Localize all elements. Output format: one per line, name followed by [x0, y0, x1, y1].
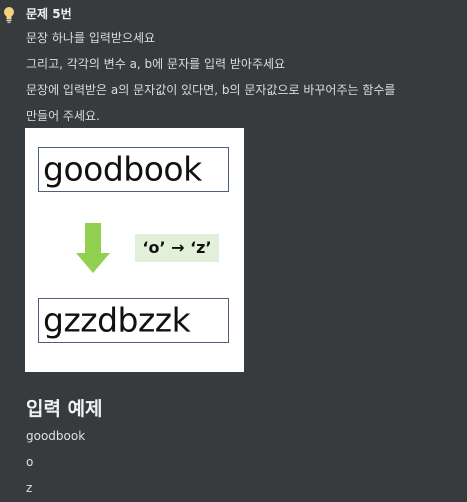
- description-line-2: 그리고, 각각의 변수 a, b에 문자를 입력 받아주세요: [26, 57, 286, 71]
- input-example-heading: 입력 예제: [26, 398, 103, 420]
- description-line-3: 문장에 입력받은 a의 문자값이 있다면, b의 문자값으로 바꾸어주는 함수를: [26, 83, 396, 97]
- example-line-1: goodbook: [26, 429, 86, 443]
- example-line-3: z: [26, 481, 33, 495]
- replace-rule-label: ‘o’ → ‘z’: [135, 234, 219, 262]
- lightbulb-icon: [4, 7, 14, 24]
- example-line-2: o: [26, 455, 34, 469]
- output-word: gzzdbzzk: [43, 300, 191, 340]
- output-word-box: gzzdbzzk: [38, 298, 229, 343]
- arrow-down-icon: [76, 223, 110, 273]
- input-word: goodbook: [43, 149, 202, 189]
- description-line-4: 만들어 주세요.: [26, 109, 100, 123]
- input-word-box: goodbook: [38, 147, 229, 192]
- notion-page: 문제 5번 문장 하나를 입력받으세요 그리고, 각각의 변수 a, b에 문자…: [0, 0, 467, 502]
- description-line-1: 문장 하나를 입력받으세요: [26, 31, 156, 45]
- example-figure: goodbook ‘o’ → ‘z’ gzzdbzzk: [25, 128, 244, 372]
- callout-title: 문제 5번: [26, 7, 72, 21]
